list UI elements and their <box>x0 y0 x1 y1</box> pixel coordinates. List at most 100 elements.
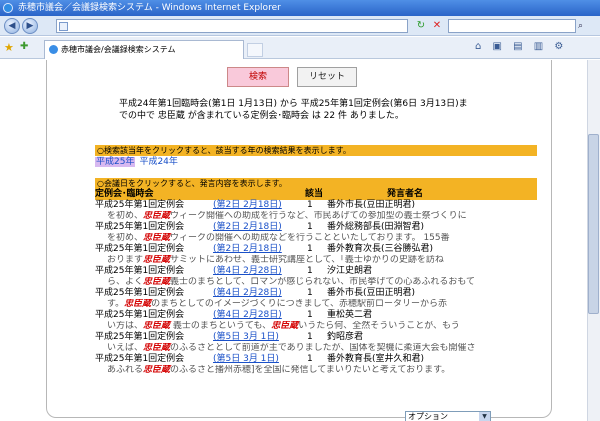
snippet-text: を初め、 <box>107 211 144 221</box>
snippet-text: のふるさと播州赤穂]を全国に発信してまいりたいと考えております。 <box>170 365 451 375</box>
browser-search-input[interactable] <box>448 19 576 33</box>
result-snippet: おります忠臣蔵サミットにあわせ、義士研究講座として、「義士ゆかりの史跡を訪ね <box>95 255 537 266</box>
snippet-text: い方は、 <box>107 321 144 331</box>
result-speaker: 汐江史朗君 <box>327 266 373 276</box>
result-meeting: 平成25年第1回定例会 <box>95 354 185 364</box>
snippet-text: 義士のまちというても、 <box>170 321 272 331</box>
option-select-value: オプション <box>408 412 448 421</box>
result-meeting: 平成25年第1回定例会 <box>95 266 185 276</box>
result-row: 平成25年第1回定例会 (第2日 2月18日) 1 番外市長(豆田正明君) <box>95 200 537 211</box>
result-speaker: 番外市長(豆田正明君) <box>327 200 416 210</box>
result-date-link[interactable]: (第2日 2月18日) <box>213 222 282 233</box>
tab-label: 赤穂市議会/会議録検索システム <box>61 45 176 54</box>
scrollbar-thumb[interactable] <box>588 134 599 314</box>
keyword-highlight: 忠臣蔵 <box>143 211 171 221</box>
keyword-highlight: 忠臣蔵 <box>143 321 171 331</box>
stop-icon: ✕ <box>432 20 442 31</box>
result-snippet: あふれる忠臣蔵のふるさと播州赤穂]を全国に発信してまいりたいと考えております。 <box>95 365 537 376</box>
result-row: 平成25年第1回定例会 (第4日 2月28日) 1 番外市長(豆田正明君) <box>95 288 537 299</box>
result-date-link[interactable]: (第5日 3月 1日) <box>213 332 279 343</box>
snippet-text: す。 <box>107 299 125 309</box>
result-speaker: 重松英二君 <box>327 310 373 320</box>
command-bar-tools[interactable]: ⌂ ▣ ▤ ▥ ⚙ <box>475 41 595 55</box>
result-meeting: 平成25年第1回定例会 <box>95 200 185 210</box>
result-count: 1 <box>307 244 313 254</box>
snippet-text: のふるさととして前道が主でありましたが、国体を契機に柔道大会も開催さ <box>170 343 476 353</box>
result-speaker: 番外教育次長(三谷勝弘君) <box>327 244 434 254</box>
keyword-highlight: 忠臣蔵 <box>143 233 171 243</box>
vertical-scrollbar[interactable] <box>587 60 600 421</box>
result-snippet: いえば、忠臣蔵のふるさととして前道が主でありましたが、国体を契機に柔道大会も開催… <box>95 343 537 354</box>
keyword-highlight: 忠臣蔵 <box>143 277 171 287</box>
year-link-h24[interactable]: 平成24年 <box>139 157 177 167</box>
result-count: 1 <box>307 222 313 232</box>
search-summary: 平成24年第1回臨時会(第1日 1月13日) から 平成25年第1回定例会(第6… <box>119 99 468 121</box>
option-select[interactable]: オプション ▼ <box>405 411 491 421</box>
result-count: 1 <box>307 332 313 342</box>
meeting-instruction: ○会議日をクリックすると、発言内容を表示します。 <box>95 178 537 189</box>
page-viewport: 検索 リセット 平成24年第1回臨時会(第1日 1月13日) から 平成25年第… <box>0 60 600 421</box>
result-snippet: す。忠臣蔵のまちとしてのイメージづくりにつきまして、赤穂駅前ロータリーから赤 <box>95 299 537 310</box>
keyword-highlight: 忠臣蔵 <box>271 321 299 331</box>
snippet-text: 義士のまちとして、ロマンが感じられない、市民挙げての心あふれるおもて <box>170 277 475 287</box>
result-date-link[interactable]: (第2日 2月18日) <box>213 200 282 211</box>
result-snippet: を初め、忠臣蔵ウィークの開催への助成などを行うことといたしております。 155番 <box>95 233 537 244</box>
result-date-link[interactable]: (第4日 2月28日) <box>213 266 282 277</box>
result-row: 平成25年第1回定例会 (第2日 2月18日) 1 番外教育次長(三谷勝弘君) <box>95 244 537 255</box>
results-header: 定例会･臨時会 該当 発言者名 <box>95 189 537 200</box>
result-date-link[interactable]: (第5日 3月 1日) <box>213 354 279 365</box>
forward-button[interactable]: ▶ <box>22 18 38 34</box>
refresh-icon: ↻ <box>416 20 426 31</box>
keyword-highlight: 忠臣蔵 <box>143 343 171 353</box>
result-count: 1 <box>307 200 313 210</box>
snippet-text: おります <box>107 255 144 265</box>
result-date-link[interactable]: (第4日 2月28日) <box>213 288 282 299</box>
keyword-highlight: 忠臣蔵 <box>143 255 171 265</box>
result-speaker: 釣昭彦君 <box>327 332 364 342</box>
tab-site-icon <box>49 45 58 54</box>
new-tab-button[interactable] <box>247 43 263 57</box>
browser-search-button[interactable]: ⌕ <box>578 19 596 33</box>
snippet-text: いうたら何、全然そういうことが、もう <box>298 321 460 331</box>
header-speaker: 発言者名 <box>387 189 424 199</box>
snippet-text: あふれる <box>107 365 144 375</box>
result-row: 平成25年第1回定例会 (第4日 2月28日) 1 重松英二君 <box>95 310 537 321</box>
result-date-link[interactable]: (第4日 2月28日) <box>213 310 282 321</box>
result-meeting: 平成25年第1回定例会 <box>95 288 185 298</box>
page-icon <box>59 22 68 31</box>
result-count: 1 <box>307 266 313 276</box>
result-speaker: 番外教育長(室井久和君) <box>327 354 425 364</box>
search-button[interactable]: 検索 <box>227 67 289 87</box>
year-link-h25[interactable]: 平成25年 <box>95 157 136 167</box>
result-row: 平成25年第1回定例会 (第5日 3月 1日) 1 番外教育長(室井久和君) <box>95 354 537 365</box>
search-icon: ⌕ <box>578 21 584 31</box>
stop-button[interactable]: ✕ <box>430 19 444 33</box>
back-button[interactable]: ◀ <box>4 18 20 34</box>
result-meeting: 平成25年第1回定例会 <box>95 310 185 320</box>
result-count: 1 <box>307 288 313 298</box>
result-row: 平成25年第1回定例会 (第5日 3月 1日) 1 釣昭彦君 <box>95 332 537 343</box>
result-snippet: い方は、忠臣蔵 義士のまちというても、忠臣蔵いうたら何、全然そういうことが、もう <box>95 321 537 332</box>
result-meeting: 平成25年第1回定例会 <box>95 222 185 232</box>
add-favorites-icon[interactable]: ✚ <box>20 41 28 52</box>
results-list: 平成25年第1回定例会 (第2日 2月18日) 1 番外市長(豆田正明君) を初め、忠臣… <box>95 200 537 376</box>
chevron-down-icon: ▼ <box>479 412 490 421</box>
keyword-highlight: 忠臣蔵 <box>143 365 171 375</box>
result-row: 平成25年第1回定例会 (第4日 2月28日) 1 汐江史朗君 <box>95 266 537 277</box>
favorites-star-icon[interactable]: ★ <box>4 41 14 54</box>
result-speaker: 番外市長(豆田正明君) <box>327 288 416 298</box>
url-input[interactable] <box>56 19 408 33</box>
refresh-button[interactable]: ↻ <box>414 19 428 33</box>
result-speaker: 番外総務部長(田淵智君) <box>327 222 425 232</box>
snippet-text: のまちとしてのイメージづくりにつきまして、赤穂駅前ロータリーから赤 <box>151 299 447 309</box>
address-bar: ◀ ▶ ↻ ✕ ⌕ <box>0 16 600 36</box>
year-instruction: ○検索該当年をクリックすると、該当する年の検索結果を表示します。 <box>95 145 537 156</box>
result-meeting: 平成25年第1回定例会 <box>95 244 185 254</box>
result-date-link[interactable]: (第2日 2月18日) <box>213 244 282 255</box>
reset-button[interactable]: リセット <box>297 67 357 87</box>
back-arrow-icon: ◀ <box>8 21 16 31</box>
result-row: 平成25年第1回定例会 (第2日 2月18日) 1 番外総務部長(田淵智君) <box>95 222 537 233</box>
result-snippet: ら、よく忠臣蔵義士のまちとして、ロマンが感じられない、市民挙げての心あふれるおも… <box>95 277 537 288</box>
tab-active[interactable]: 赤穂市議会/会議録検索システム <box>44 40 244 59</box>
snippet-text: ら、よく <box>107 277 144 287</box>
